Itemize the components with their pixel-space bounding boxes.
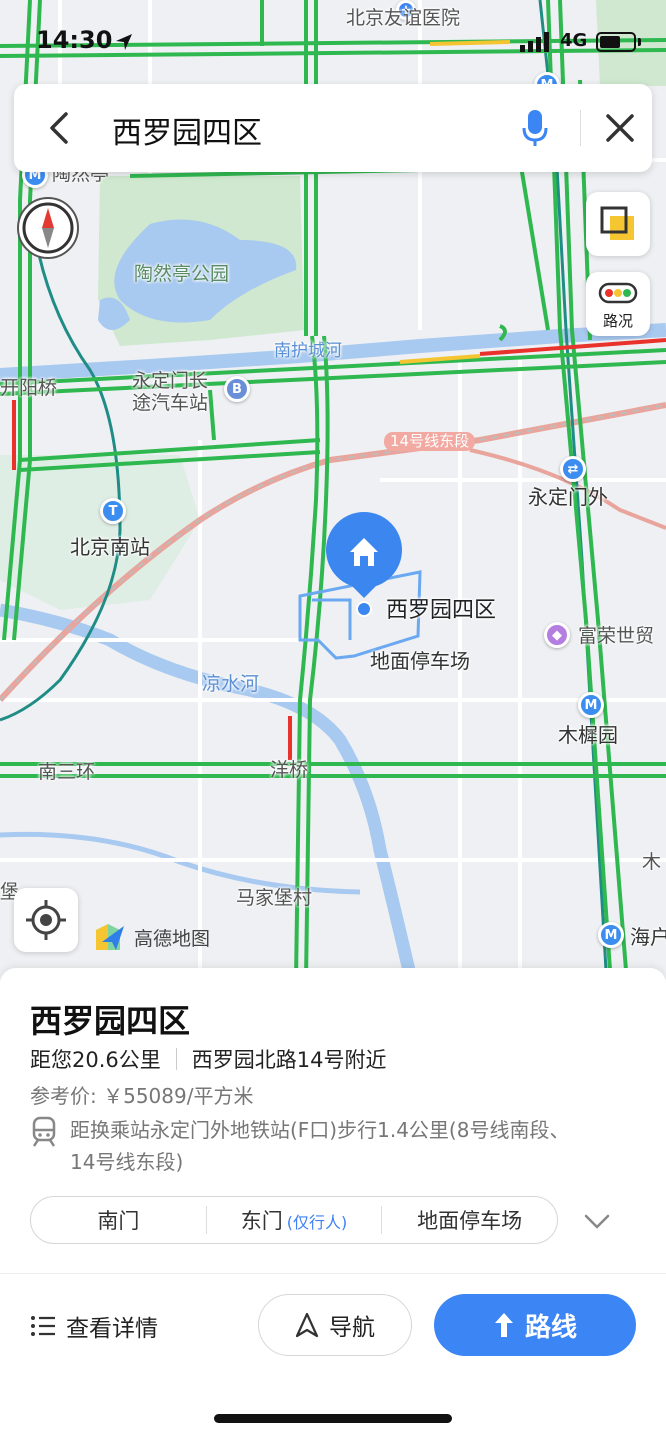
map-label-mu: 木 [642,851,662,873]
view-details-label: 查看详情 [66,1316,158,1342]
panel-divider [0,1273,666,1274]
map-label-park[interactable]: 陶然亭公园 [134,263,229,286]
route-button[interactable]: 路线 [434,1294,636,1356]
place-address: 西罗园北路14号附近 [191,1048,387,1072]
search-bar[interactable]: 西罗园四区 [14,84,652,172]
place-detail-panel[interactable]: 西罗园四区 距您20.6公里 西罗园北路14号附近 参考价: ￥55089/平方… [0,968,666,1440]
map-label-beijing-south[interactable]: 北京南站 [70,536,150,559]
map-label-liangshui-river: 凉水河 [202,673,260,695]
entrance-label: 东门 [240,1209,283,1233]
location-arrow-icon [116,34,132,50]
crosshair-icon [26,900,66,940]
microphone-icon [522,110,548,146]
entrance-label: 南门 [97,1209,140,1233]
map-label-mall[interactable]: 富荣世贸 [578,625,654,648]
chevron-left-icon [50,112,68,144]
map-label-kaiyang-bridge[interactable]: 开阳桥 [0,377,57,400]
entrance-parking[interactable]: 地面停车场 [382,1205,557,1235]
network-type: 4G [560,30,588,51]
amap-logo: 高德地图 [94,920,210,954]
map-label-river: 南护城河 [274,341,342,361]
map-label-line14: 14号线东段 [384,432,476,452]
subway-station-icon[interactable]: M [598,922,624,948]
traffic-label: 路况 [602,312,633,330]
train-station-icon[interactable]: T [100,498,126,524]
map-label-south-ring: 南三环 [38,761,96,783]
traffic-button[interactable]: 路况 [586,272,650,336]
entrance-selector: 南门 东门 (仅行人) 地面停车场 [30,1196,558,1244]
map-label-yangqiao[interactable]: 洋桥 [270,759,308,782]
map-label-haihu[interactable]: 海户 [630,926,666,949]
navigation-arrow-icon [295,1312,319,1338]
entrance-east[interactable]: 东门 (仅行人) [207,1205,382,1235]
status-time: 14:30 [36,26,113,54]
navigate-button[interactable]: 导航 [258,1294,412,1356]
transfer-station-icon[interactable]: ⇄ [560,456,586,482]
entrance-south[interactable]: 南门 [31,1205,206,1235]
transit-info: 距换乘站永定门外地铁站(F口)步行1.4公里(8号线南段、14号线东段) [30,1114,590,1178]
signal-icon [520,32,549,52]
route-arrow-icon [494,1313,513,1337]
meta-separator [175,1048,177,1070]
marker-label[interactable]: 西罗园四区 [386,598,496,623]
navigate-label: 导航 [329,1315,375,1341]
place-price: 参考价: ￥55089/平方米 [30,1084,254,1108]
map-label-majiabu[interactable]: 马家堡村 [236,887,312,910]
place-distance: 距您20.6公里 [30,1048,161,1072]
entrance-note: (仅行人) [286,1213,348,1232]
subway-station-icon[interactable]: M [578,692,604,718]
voice-search-button[interactable] [520,108,550,148]
search-query[interactable]: 西罗园四区 [112,108,262,152]
map-label-yongdingmenwai[interactable]: 永定门外 [528,486,608,509]
compass-icon[interactable] [16,196,80,260]
status-bar: 14:30 4G [0,22,666,62]
home-indicator[interactable] [214,1414,452,1423]
map-label-bus-station[interactable]: 永定门长 途汽车站 [132,370,208,414]
shopping-icon[interactable]: ◆ [544,622,570,648]
bus-station-icon[interactable]: B [224,376,250,402]
back-button[interactable] [40,108,80,148]
search-divider [580,110,581,146]
amap-logo-icon [96,924,124,950]
layers-icon [600,206,634,240]
expand-entrances-button[interactable] [582,1206,612,1236]
close-icon [606,114,634,142]
subway-icon [32,1116,56,1147]
route-label: 路线 [524,1312,577,1343]
logo-text: 高德地图 [134,927,211,950]
layers-button[interactable] [586,192,650,256]
close-button[interactable] [602,110,638,146]
map-label-mutuyuan[interactable]: 木樨园 [558,724,618,747]
view-details-button[interactable]: 查看详情 [30,1308,158,1344]
list-icon [31,1316,55,1336]
locate-button[interactable] [14,888,78,952]
chevron-down-icon [584,1214,610,1229]
place-meta: 距您20.6公里 西罗园北路14号附近 [30,1044,387,1074]
traffic-light-icon [598,282,638,304]
entrance-label: 地面停车场 [417,1209,523,1233]
map-label-parking[interactable]: 地面停车场 [370,650,470,673]
place-title: 西罗园四区 [30,1002,191,1040]
battery-tip [638,38,641,46]
battery-icon [596,32,636,52]
transit-text: 距换乘站永定门外地铁站(F口)步行1.4公里(8号线南段、14号线东段) [70,1118,570,1174]
